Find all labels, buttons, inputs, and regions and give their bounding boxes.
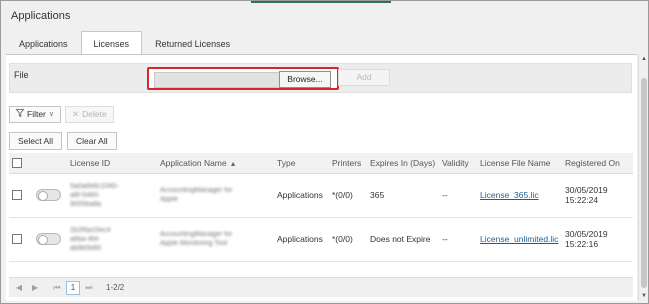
header-printers[interactable]: Printers xyxy=(329,153,367,174)
row-toggle-cell[interactable] xyxy=(33,173,67,218)
header-registered-on[interactable]: Registered On xyxy=(562,153,633,174)
vertical-scrollbar[interactable]: ▲ ▼ xyxy=(638,54,648,301)
license-file-link[interactable]: License_unlimited.lic xyxy=(480,234,558,244)
browse-button[interactable]: Browse... xyxy=(279,71,331,88)
file-path-field[interactable] xyxy=(154,72,280,88)
tab-licenses[interactable]: Licenses xyxy=(80,31,143,55)
delete-button[interactable]: ✕ Delete xyxy=(65,106,114,123)
licenses-table: License ID Application Name ▲ Type Printe… xyxy=(9,153,633,262)
registered-date: 30/05/2019 xyxy=(565,229,608,239)
header-validity[interactable]: Validity xyxy=(439,153,477,174)
header-application-name[interactable]: Application Name ▲ xyxy=(157,153,274,174)
table-header-row: License ID Application Name ▲ Type Printe… xyxy=(9,153,633,174)
tab-applications[interactable]: Applications xyxy=(6,31,81,55)
prev-page-icon[interactable]: ◀ xyxy=(12,281,26,295)
table-row[interactable]: 2b2f6a10ec4 a6ba-4fd- ab9b5b60 Accountin… xyxy=(9,217,633,262)
license-file-cell: License_365.lic xyxy=(477,173,562,218)
table-row[interactable]: 5a0a6b6c1040- a6f-5460- 9000ba8a Account… xyxy=(9,173,633,218)
first-page-icon[interactable]: ⏮ xyxy=(50,281,64,295)
chevron-down-icon: ∨ xyxy=(48,111,55,118)
license-id-line: a6f-5460- xyxy=(70,191,100,199)
expires-cell: Does not Expire xyxy=(367,217,439,262)
registered-time: 15:22:16 xyxy=(565,239,599,249)
applications-window: Applications Applications Licenses Retur… xyxy=(0,0,649,304)
select-all-checkbox[interactable] xyxy=(12,158,22,169)
license-file-cell: License_unlimited.lic xyxy=(477,217,562,262)
file-label: File xyxy=(14,70,29,80)
printers-cell: *(0/0) xyxy=(329,173,367,218)
file-picker-highlight: Browse... xyxy=(147,67,339,90)
license-toggle[interactable] xyxy=(36,233,61,245)
header-license-file-name[interactable]: License File Name xyxy=(477,153,562,174)
header-select-checkbox[interactable] xyxy=(9,153,33,174)
registered-on-cell: 30/05/2019 15:22:16 xyxy=(562,217,633,262)
registered-time: 15:22:24 xyxy=(565,195,599,205)
selection-toolbar: Select All Clear All xyxy=(9,132,117,150)
select-all-button[interactable]: Select All xyxy=(9,132,62,150)
tab-returned-licenses[interactable]: Returned Licenses xyxy=(142,31,243,55)
type-cell: Applications xyxy=(274,173,329,218)
validity-cell: -- xyxy=(439,217,477,262)
application-name-line: AccountingManager for xyxy=(160,187,233,194)
header-expires[interactable]: Expires In (Days) xyxy=(367,153,439,174)
header-toggle xyxy=(33,153,67,174)
last-page-icon[interactable]: ⏭ xyxy=(82,281,96,295)
row-checkbox[interactable] xyxy=(12,234,22,245)
add-button[interactable]: Add xyxy=(338,69,390,86)
row-toggle-cell[interactable] xyxy=(33,217,67,262)
next-page-icon[interactable]: ▶ xyxy=(28,281,42,295)
filter-toolbar: Filter ∨ ✕ Delete xyxy=(9,106,114,125)
page-range-text: 1-2/2 xyxy=(106,283,125,292)
application-name-cell: AccountingManager for Apple Monitoring T… xyxy=(157,217,274,262)
current-page-number[interactable]: 1 xyxy=(66,280,80,295)
registered-on-cell: 30/05/2019 15:22:24 xyxy=(562,173,633,218)
application-name-cell: AccountingManager for Apple xyxy=(157,173,274,218)
license-id-line: a6ba-4fd- xyxy=(70,235,100,243)
filter-icon xyxy=(15,107,25,122)
header-license-id[interactable]: License ID xyxy=(67,153,157,174)
license-id-line: 5a0a6b6c1040- xyxy=(70,182,119,190)
scroll-thumb[interactable] xyxy=(641,78,647,288)
window-title: Applications xyxy=(11,10,71,22)
row-checkbox[interactable] xyxy=(12,190,22,201)
license-id-line: 2b2f6a10ec4 xyxy=(70,226,111,234)
printers-cell: *(0/0) xyxy=(329,217,367,262)
application-name-line: Apple xyxy=(160,196,178,203)
license-id-cell: 2b2f6a10ec4 a6ba-4fd- ab9b5b60 xyxy=(67,217,157,262)
filter-label: Filter xyxy=(27,109,46,119)
close-icon: ✕ xyxy=(72,109,80,119)
top-accent-bar xyxy=(251,1,391,3)
application-name-line: AccountingManager for xyxy=(160,231,233,238)
header-application-name-label: Application Name xyxy=(160,157,227,168)
sort-ascending-icon: ▲ xyxy=(229,160,237,168)
license-id-cell: 5a0a6b6c1040- a6f-5460- 9000ba8a xyxy=(67,173,157,218)
pagination-bar: ◀ ▶ ⏮ 1 ⏭ 1-2/2 xyxy=(9,277,633,297)
scroll-up-arrow-icon[interactable]: ▲ xyxy=(639,54,648,64)
row-checkbox-cell[interactable] xyxy=(9,217,33,262)
registered-date: 30/05/2019 xyxy=(565,185,608,195)
file-upload-row: File Browse... Add xyxy=(9,63,632,93)
licenses-panel: File Browse... Add Filter ∨ ✕ Delete Sel… xyxy=(6,54,637,301)
license-toggle[interactable] xyxy=(36,189,61,201)
license-file-link[interactable]: License_365.lic xyxy=(480,190,539,200)
validity-cell: -- xyxy=(439,173,477,218)
delete-label: Delete xyxy=(82,109,107,119)
expires-cell: 365 xyxy=(367,173,439,218)
license-id-line: ab9b5b60 xyxy=(70,244,102,252)
type-cell: Applications xyxy=(274,217,329,262)
scroll-down-arrow-icon[interactable]: ▼ xyxy=(639,291,648,301)
clear-all-button[interactable]: Clear All xyxy=(66,132,117,150)
filter-button[interactable]: Filter ∨ xyxy=(9,106,62,123)
application-name-line: Apple Monitoring Tool xyxy=(160,240,228,247)
tab-bar: Applications Licenses Returned Licenses xyxy=(6,31,243,55)
license-id-line: 9000ba8a xyxy=(70,200,102,208)
header-type[interactable]: Type xyxy=(274,153,329,174)
row-checkbox-cell[interactable] xyxy=(9,173,33,218)
